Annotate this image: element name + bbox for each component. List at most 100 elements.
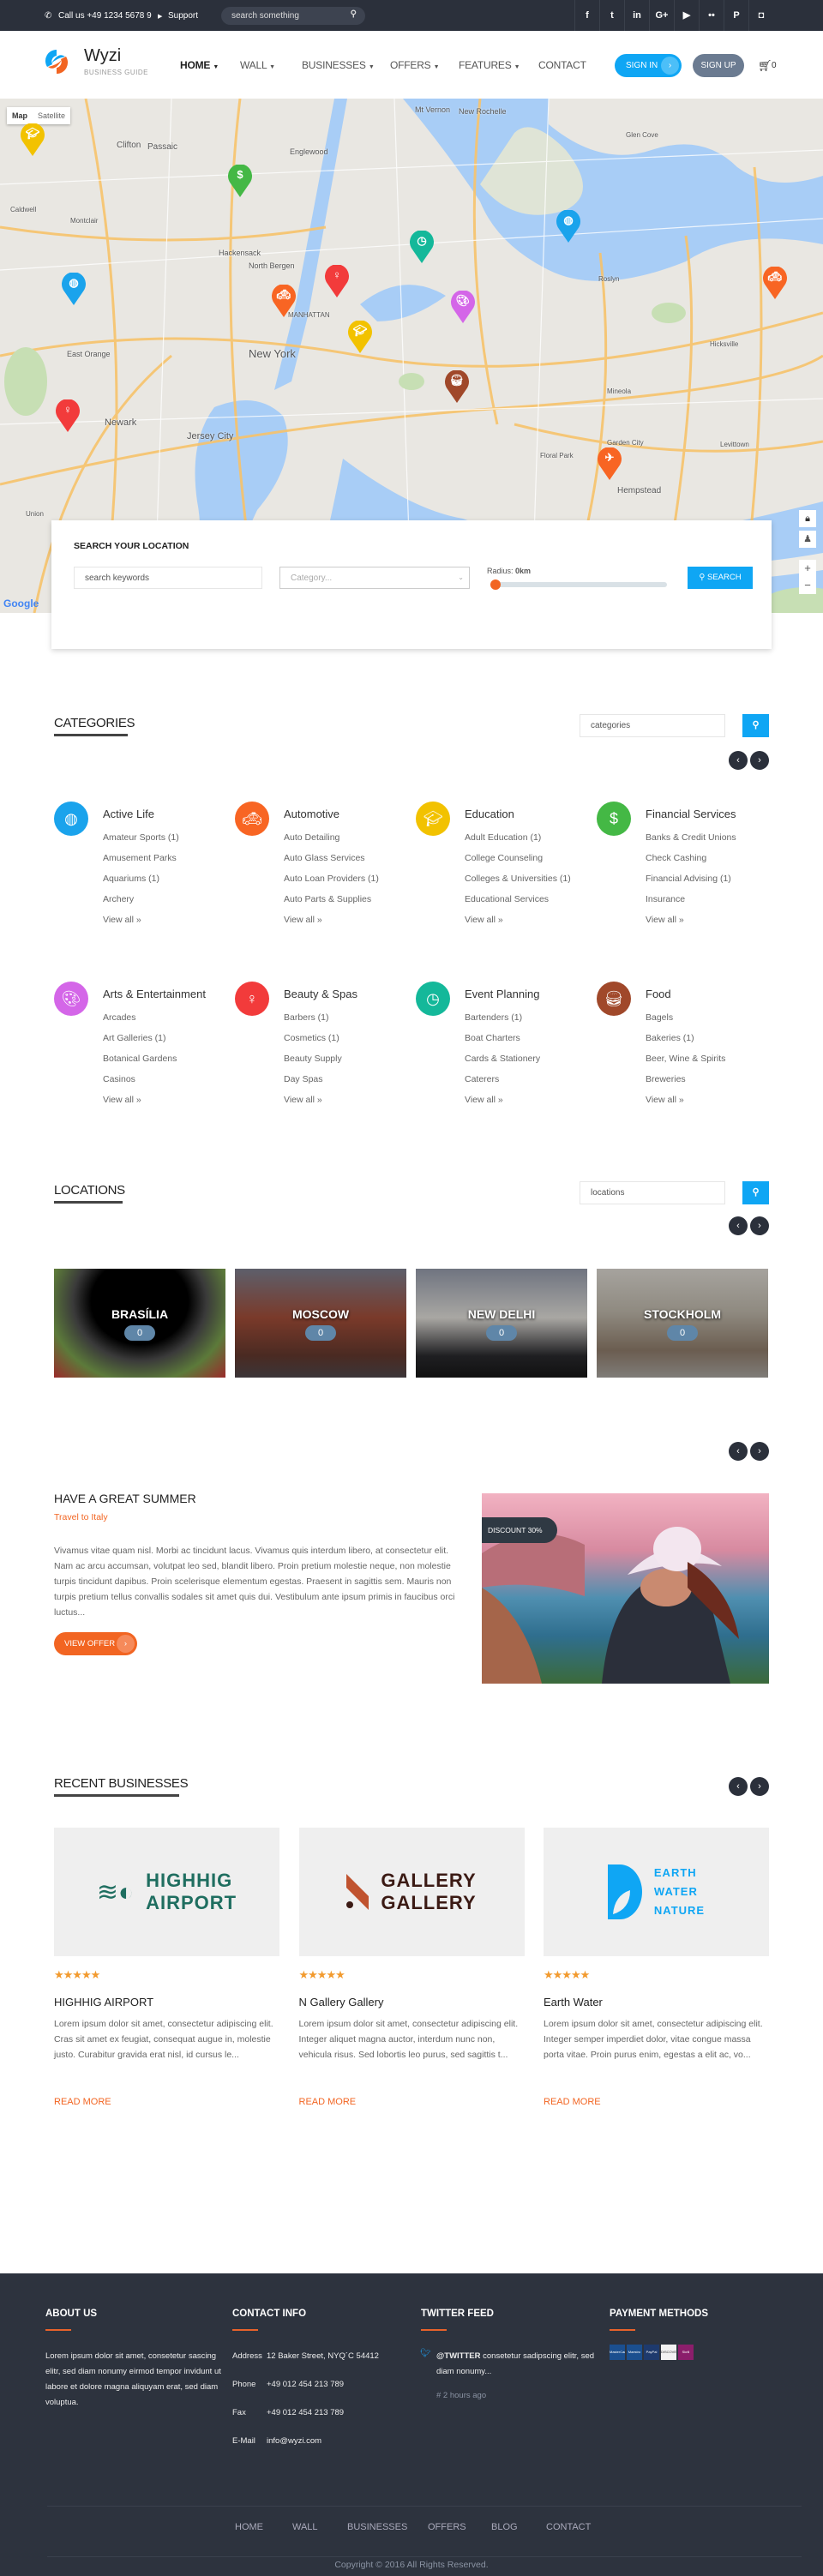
category-name[interactable]: Beauty & Spas [284, 988, 357, 1000]
subcategory-link[interactable]: Barbers (1) [284, 1012, 329, 1033]
radius-slider[interactable] [490, 582, 667, 587]
nav-home[interactable]: HOME ▼ [180, 59, 219, 71]
subcategory-link[interactable]: Art Galleries (1) [103, 1033, 166, 1054]
offer-image[interactable]: DISCOUNT 30% [482, 1493, 769, 1684]
subcategory-link[interactable]: Caterers [465, 1074, 499, 1095]
subcategory-link[interactable]: Banks & Credit Unions [646, 832, 736, 853]
subcategory-link[interactable]: Auto Parts & Supplies [284, 894, 371, 915]
clock-icon[interactable]: ◷ [416, 982, 450, 1016]
lock-icon[interactable]: 🔒︎ [799, 510, 816, 527]
street-view-icon[interactable]: ♟ [799, 531, 816, 548]
keywords-input[interactable]: search keywords [74, 567, 262, 589]
radius-slider-handle[interactable] [490, 579, 501, 590]
flickr-icon[interactable]: •• [699, 0, 724, 31]
subcategory-link[interactable]: Beauty Supply [284, 1054, 342, 1074]
nav-offers[interactable]: OFFERS ▼ [390, 59, 440, 71]
offers-prev-button[interactable]: ‹ [729, 1442, 748, 1461]
footer-nav-wall[interactable]: WALL [292, 2522, 318, 2532]
view-all-link[interactable]: View all » [646, 915, 684, 935]
facebook-icon[interactable]: f [574, 0, 599, 31]
locations-prev-button[interactable]: ‹ [729, 1216, 748, 1235]
subcategory-link[interactable]: Boat Charters [465, 1033, 520, 1054]
map-marker[interactable]: 🚕︎ [271, 284, 297, 317]
map-type-satellite[interactable]: Satellite [33, 107, 70, 124]
business-image[interactable]: ≋◐ HIGHHIG AIRPORT [54, 1828, 279, 1956]
subcategory-link[interactable]: Bartenders (1) [465, 1012, 522, 1033]
subcategory-link[interactable]: Auto Glass Services [284, 853, 365, 874]
category-name[interactable]: Event Planning [465, 988, 539, 1000]
map-marker[interactable]: ◷ [409, 230, 435, 263]
subcategory-link[interactable]: Bakeries (1) [646, 1033, 694, 1054]
subcategory-link[interactable]: Adult Education (1) [465, 832, 541, 853]
view-all-link[interactable]: View all » [103, 915, 141, 935]
nav-businesses[interactable]: BUSINESSES ▼ [302, 59, 375, 71]
view-all-link[interactable]: View all » [284, 915, 322, 935]
categories-prev-button[interactable]: ‹ [729, 751, 748, 770]
categories-next-button[interactable]: › [750, 751, 769, 770]
recent-prev-button[interactable]: ‹ [729, 1777, 748, 1796]
subcategory-link[interactable]: Beer, Wine & Spirits [646, 1054, 725, 1074]
nav-wall[interactable]: WALL ▼ [240, 59, 275, 71]
palette-icon[interactable]: 🎨︎ [54, 982, 88, 1016]
support-link[interactable]: Support [168, 11, 198, 21]
subcategory-link[interactable]: Bagels [646, 1012, 673, 1033]
zoom-in-button[interactable]: + [799, 560, 816, 577]
subcategory-link[interactable]: Breweries [646, 1074, 686, 1095]
category-name[interactable]: Arts & Entertainment [103, 988, 206, 1000]
view-all-link[interactable]: View all » [465, 1095, 503, 1115]
map-marker[interactable]: 🍔︎ [444, 369, 470, 403]
youtube-icon[interactable]: ▶ [674, 0, 699, 31]
logo-icon[interactable] [45, 48, 69, 75]
business-image[interactable]: EARTH WATER NATURE [544, 1828, 769, 1956]
footer-nav-contact[interactable]: CONTACT [546, 2522, 591, 2532]
locations-search-button[interactable]: ⚲ [742, 1181, 769, 1204]
subcategory-link[interactable]: Check Cashing [646, 853, 706, 874]
top-search-input[interactable]: search something ⚲ [221, 7, 365, 25]
map-marker[interactable]: $ [227, 164, 253, 197]
burger-icon[interactable]: 🍔︎ [597, 982, 631, 1016]
female-icon[interactable]: ♀ [235, 982, 269, 1016]
subcategory-link[interactable]: Colleges & Universities (1) [465, 874, 571, 894]
read-more-link[interactable]: READ MORE [544, 2097, 601, 2107]
locations-next-button[interactable]: › [750, 1216, 769, 1235]
subcategory-link[interactable]: Amateur Sports (1) [103, 832, 179, 853]
google-plus-icon[interactable]: G+ [649, 0, 674, 31]
location-card[interactable]: MOSCOW 0 [235, 1269, 406, 1378]
map-marker[interactable]: ◍ [61, 272, 87, 305]
read-more-link[interactable]: READ MORE [299, 2097, 357, 2107]
subcategory-link[interactable]: Educational Services [465, 894, 549, 915]
subcategory-link[interactable]: Aquariums (1) [103, 874, 159, 894]
location-card[interactable]: BRASÍLIA 0 [54, 1269, 225, 1378]
pinterest-icon[interactable]: P [724, 0, 748, 31]
subcategory-link[interactable]: Cards & Stationery [465, 1054, 540, 1074]
location-card[interactable]: STOCKHOLM 0 [597, 1269, 768, 1378]
category-name[interactable]: Education [465, 808, 514, 820]
nav-features[interactable]: FEATURES ▼ [459, 59, 520, 71]
subcategory-link[interactable]: Botanical Gardens [103, 1054, 177, 1074]
recent-next-button[interactable]: › [750, 1777, 769, 1796]
subcategory-link[interactable]: Financial Advising (1) [646, 874, 731, 894]
zoom-out-button[interactable]: − [799, 577, 816, 594]
basketball-icon[interactable]: ◍ [54, 802, 88, 836]
map-type-map[interactable]: Map [7, 107, 33, 124]
subcategory-link[interactable]: Cosmetics (1) [284, 1033, 339, 1054]
categories-search-input[interactable]: categories [580, 714, 725, 737]
search-button[interactable]: ⚲ SEARCH [688, 567, 753, 589]
business-name[interactable]: Earth Water [544, 1996, 603, 2009]
view-all-link[interactable]: View all » [646, 1095, 684, 1115]
twitter-icon[interactable]: t [599, 0, 624, 31]
view-all-link[interactable]: View all » [284, 1095, 322, 1115]
logo-title[interactable]: Wyzi [84, 46, 121, 66]
map-marker[interactable]: ✈ [597, 447, 622, 480]
footer-nav-businesses[interactable]: BUSINESSES [347, 2522, 407, 2532]
map-marker[interactable]: ◍ [556, 209, 581, 243]
dollar-icon[interactable]: $ [597, 802, 631, 836]
view-offer-button[interactable]: VIEW OFFER › [54, 1632, 137, 1655]
map-marker[interactable]: ♀ [55, 399, 81, 432]
subcategory-link[interactable]: Day Spas [284, 1074, 323, 1095]
category-name[interactable]: Financial Services [646, 808, 736, 820]
map-marker[interactable]: ♀ [324, 264, 350, 297]
location-card[interactable]: NEW DELHI 0 [416, 1269, 587, 1378]
subcategory-link[interactable]: Auto Detailing [284, 832, 339, 853]
map-marker[interactable]: 🎓︎ [347, 320, 373, 353]
